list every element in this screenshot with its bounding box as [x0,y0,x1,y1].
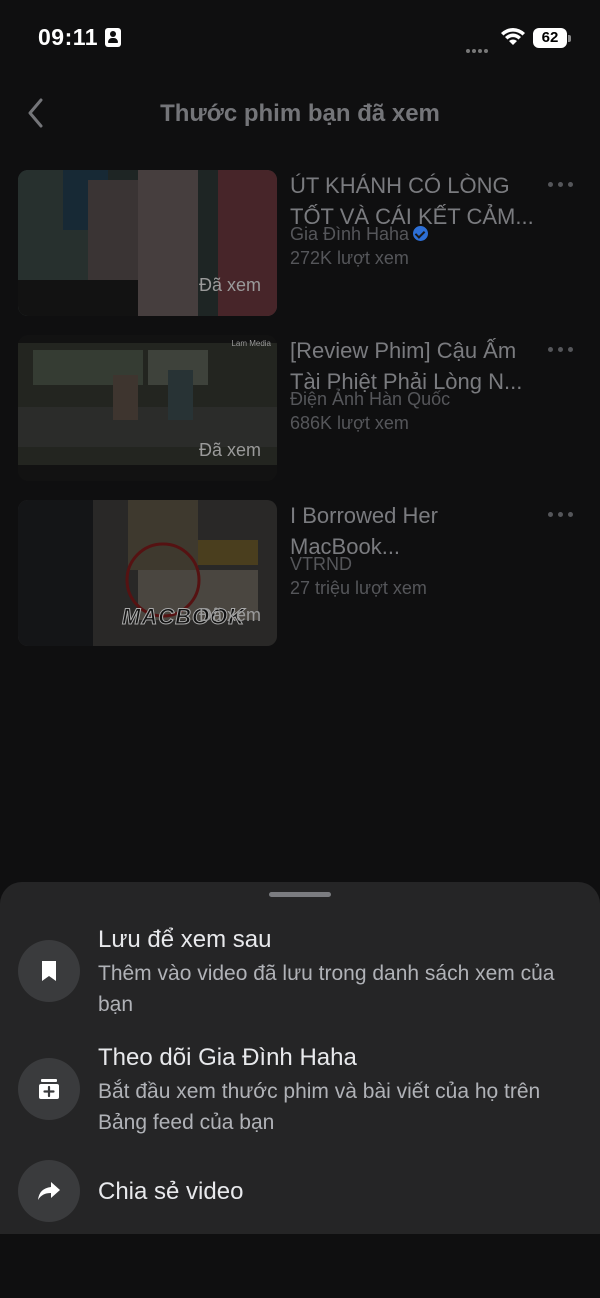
more-options-icon[interactable] [548,182,576,190]
video-title[interactable]: ÚT KHÁNH CÓ LÒNG TỐT VÀ CÁI KẾT CẢM... [290,170,546,232]
signal-dots-icon [466,40,492,53]
more-options-icon[interactable] [548,512,576,520]
video-title[interactable]: I Borrowed Her MacBook... [290,500,546,562]
share-video-option[interactable]: Chia sẻ video [0,1158,600,1228]
video-channel[interactable]: Điện Ảnh Hàn Quốc [290,389,450,410]
video-title[interactable]: [Review Phim] Cậu Ấm Tài Phiệt Phải Lòng… [290,335,546,397]
more-options-icon[interactable] [548,347,576,355]
option-title: Theo dõi Gia Đình Haha [98,1044,357,1071]
option-subtitle: Thêm vào video đã lưu trong danh sách xe… [98,962,555,1016]
wifi-icon [501,28,525,45]
option-subtitle: Bắt đầu xem thước phim và bài viết của h… [98,1080,541,1134]
video-thumbnail[interactable]: Đã xem [18,170,277,316]
video-views: 686K lượt xem [290,413,409,433]
battery-icon: 62 [533,28,571,48]
video-thumbnail[interactable]: Lam Media Đã xem [18,335,277,481]
status-bar: 09:11 62 [0,0,600,70]
status-time: 09:11 [38,24,99,50]
thumbnail-watermark: Lam Media [231,339,271,348]
bookmark-icon [18,940,80,1002]
follow-channel-option[interactable]: Theo dõi Gia Đình Haha Bắt đầu xem thước… [0,1040,600,1150]
watched-label: Đã xem [198,275,261,295]
save-for-later-option[interactable]: Lưu để xem sau Thêm vào video đã lưu tro… [0,922,600,1032]
channel-name: Gia Đình Haha [290,224,410,244]
video-channel[interactable]: VTRND [290,554,352,575]
video-thumbnail[interactable]: MACBOOK Đã xem [18,500,277,646]
person-badge-icon [105,28,121,47]
page-header: Thước phim bạn đã xem [0,90,600,136]
video-item[interactable]: Lam Media Đã xem [Review Phim] Cậu Ấm Tà… [0,335,600,483]
video-views: 272K lượt xem [290,248,409,268]
home-indicator-area [0,1234,600,1298]
follow-box-icon [18,1058,80,1120]
watched-label: Đã xem [198,440,261,460]
sheet-drag-handle[interactable] [269,892,331,897]
video-item[interactable]: Đã xem ÚT KHÁNH CÓ LÒNG TỐT VÀ CÁI KẾT C… [0,170,600,318]
video-item[interactable]: MACBOOK Đã xem I Borrowed Her MacBook...… [0,500,600,648]
share-arrow-icon [18,1160,80,1222]
option-title: Lưu để xem sau [98,926,272,953]
video-views: 27 triệu lượt xem [290,578,427,598]
verified-badge-icon [413,226,429,241]
options-bottom-sheet: Lưu để xem sau Thêm vào video đã lưu tro… [0,882,600,1234]
option-title: Chia sẻ video [98,1178,244,1205]
watched-label: Đã xem [198,605,261,625]
page-title: Thước phim bạn đã xem [160,100,440,127]
video-channel[interactable]: Gia Đình Haha [290,224,429,245]
